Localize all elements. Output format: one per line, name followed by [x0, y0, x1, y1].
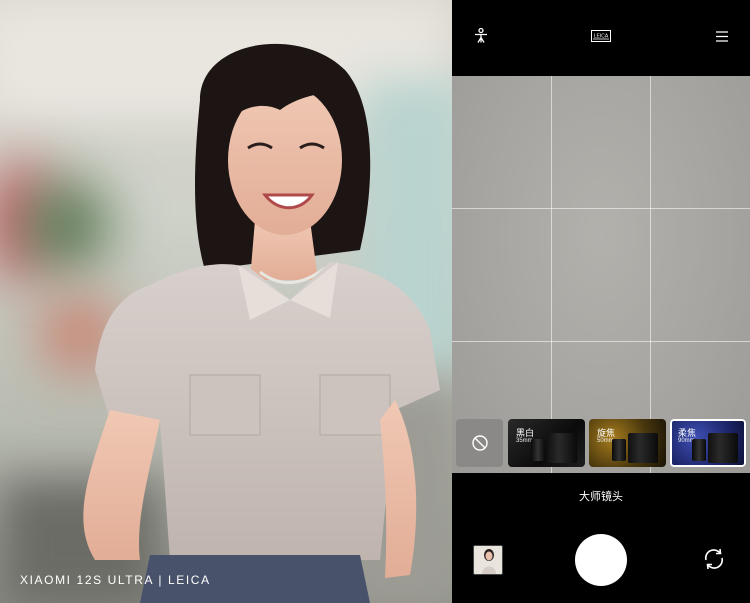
lens-barrel-icon: [628, 433, 658, 463]
camera-panel: LEICA 黑白 35mm 旋焦 50mm 柔焦 90mm 大师镜头: [452, 0, 750, 603]
portrait-figure: [83, 43, 440, 603]
grid-line-v2: [650, 76, 651, 473]
lens-barrel-icon: [531, 439, 545, 461]
shutter-button[interactable]: [575, 534, 627, 586]
grid-line-h2: [452, 341, 750, 342]
lens-barrel-icon: [547, 433, 577, 463]
leica-logo-text: LEICA: [594, 33, 609, 39]
camera-top-bar: LEICA: [452, 0, 750, 76]
gallery-thumbnail[interactable]: [473, 545, 503, 575]
photo-watermark: XIAOMI 12S ULTRA | LEICA: [20, 573, 211, 587]
leica-logo-icon[interactable]: LEICA: [591, 29, 611, 47]
camera-app: XIAOMI 12S ULTRA | LEICA LEICA 黑白 35mm 旋…: [0, 0, 750, 603]
viewfinder[interactable]: [452, 76, 750, 473]
no-filter-icon: [472, 435, 488, 451]
lens-none-button[interactable]: [456, 419, 503, 467]
thumbnail-image: [474, 546, 502, 574]
lens-bw-35-button[interactable]: 黑白 35mm: [508, 419, 585, 467]
person-frame-icon[interactable]: [473, 27, 489, 49]
menu-icon[interactable]: [716, 29, 728, 47]
mode-label[interactable]: 大师镜头: [452, 488, 750, 504]
master-lens-strip: 黑白 35mm 旋焦 50mm 柔焦 90mm: [452, 419, 750, 469]
photo-preview: XIAOMI 12S ULTRA | LEICA: [0, 0, 452, 603]
lens-soft-90-button[interactable]: 柔焦 90mm: [670, 419, 746, 467]
lens-barrel-icon: [612, 439, 626, 461]
lens-barrel-icon: [708, 433, 738, 463]
switch-camera-icon[interactable]: [701, 546, 727, 577]
lens-barrel-icon: [692, 439, 706, 461]
grid-line-v1: [551, 76, 552, 473]
grid-line-h1: [452, 208, 750, 209]
lens-swirl-50-button[interactable]: 旋焦 50mm: [589, 419, 666, 467]
